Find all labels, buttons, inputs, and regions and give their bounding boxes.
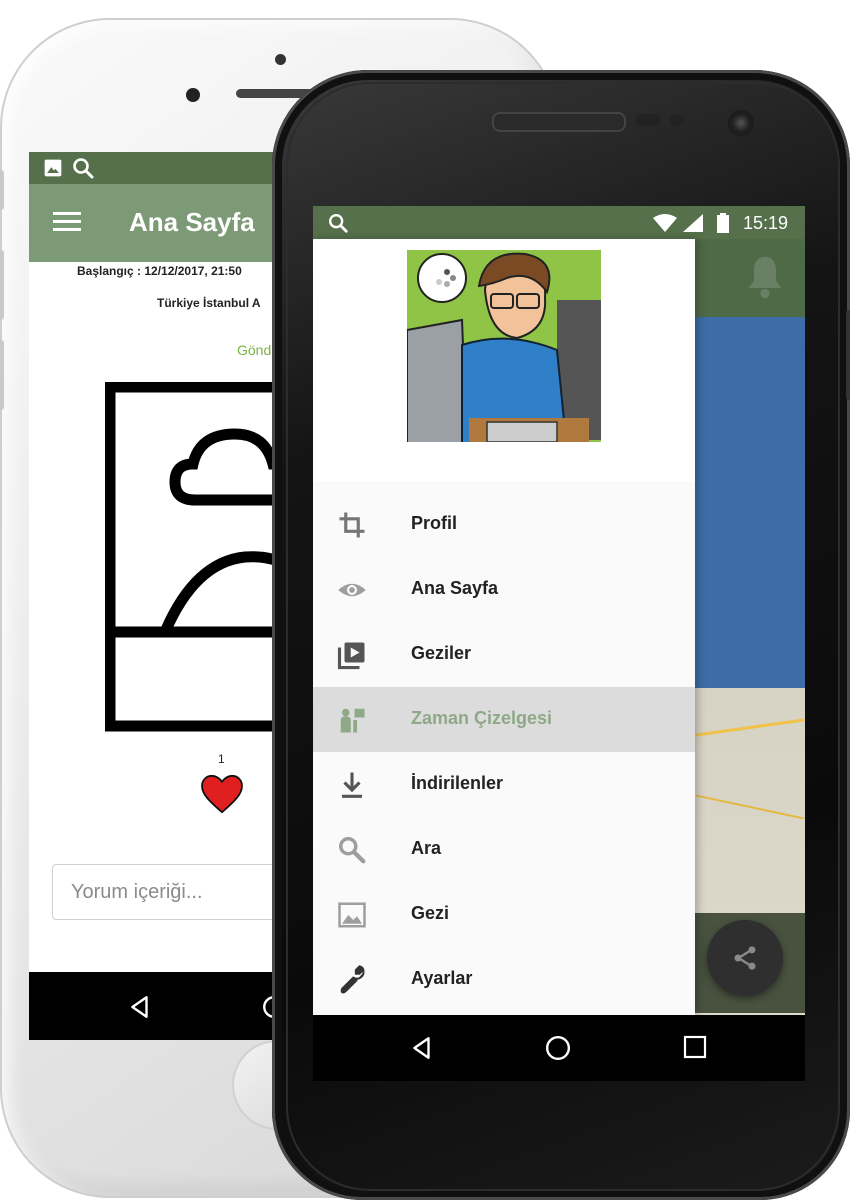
drawer-item-label: Geziler <box>411 643 472 663</box>
like-count: 1 <box>218 752 225 766</box>
image-placeholder-icon <box>105 382 289 732</box>
search-icon <box>73 158 94 179</box>
video-library-icon <box>337 642 365 670</box>
volume-up-button <box>0 250 4 320</box>
menu-icon[interactable] <box>53 212 81 232</box>
back-phone-screen: Ana Sayfa Başlangıç : 12/12/2017, 21:50 … <box>29 152 289 1040</box>
send-status: Gönd <box>237 342 272 358</box>
background-toolbar <box>695 239 805 317</box>
drawer-item-ara[interactable]: Ara <box>313 817 695 882</box>
volume-down-button <box>0 340 4 410</box>
mute-switch <box>0 170 4 210</box>
navigation-bar <box>29 972 289 1040</box>
page-title: Ana Sayfa <box>129 207 255 237</box>
back-icon[interactable] <box>127 994 153 1020</box>
comment-placeholder: Yorum içeriği... <box>71 881 203 903</box>
drawer-item-label: Ara <box>411 838 442 858</box>
toolbar: Ana Sayfa <box>29 184 289 262</box>
profile-avatar[interactable] <box>407 250 601 456</box>
drawer-item-label: Profil <box>411 513 458 533</box>
drawer-item-ayarlar[interactable]: Ayarlar <box>313 947 695 1012</box>
drawer-item-label: Ayarlar <box>411 968 473 988</box>
signal-icon <box>683 214 703 232</box>
drawer-item-indirilenler[interactable]: İndirilenler <box>313 752 695 817</box>
notification-bell-icon[interactable] <box>743 253 787 301</box>
share-icon <box>734 946 756 970</box>
status-bar <box>29 152 289 184</box>
drawer-item-ana-sayfa[interactable]: Ana Sayfa <box>313 557 695 622</box>
crop-icon <box>339 512 365 538</box>
power-button <box>846 310 850 400</box>
share-button[interactable] <box>707 920 783 996</box>
drawer-item-label: Zaman Çizelgesi <box>411 708 553 728</box>
drawer-item-zaman-cizelgesi[interactable]: Zaman Çizelgesi <box>313 687 695 752</box>
image-icon <box>338 902 366 928</box>
location-text: Türkiye İstanbul A <box>157 296 261 310</box>
wifi-icon <box>653 214 677 232</box>
download-icon <box>342 772 362 798</box>
timeline-icon <box>340 708 365 733</box>
avatar-illustration-icon <box>407 250 601 456</box>
status-time: 15:19 <box>743 213 789 233</box>
drawer-item-label: Ana Sayfa <box>411 578 499 598</box>
earpiece-speaker <box>492 112 626 132</box>
status-bar: 15:19 <box>313 206 805 239</box>
light-sensor <box>636 114 660 126</box>
front-camera <box>728 110 754 136</box>
start-date: Başlangıç : 12/12/2017, 21:50 <box>77 264 242 278</box>
proximity-sensor <box>275 54 286 65</box>
search-icon <box>329 214 348 233</box>
back-icon[interactable] <box>409 1035 435 1061</box>
drawer-item-label: İndirilenler <box>411 773 504 793</box>
recents-icon[interactable] <box>683 1035 707 1059</box>
wrench-icon <box>340 965 365 994</box>
comment-input[interactable]: Yorum içeriği... <box>52 864 289 920</box>
drawer-header <box>313 239 695 481</box>
navigation-drawer: Profil Ana Sayfa Geziler Zaman Çizelgesi… <box>313 239 695 1015</box>
front-camera <box>186 88 200 102</box>
navigation-bar <box>313 1015 805 1081</box>
drawer-item-profil[interactable]: Profil <box>313 492 695 557</box>
proximity-sensor <box>670 114 684 126</box>
image-icon <box>44 159 62 177</box>
front-phone-screen: 15:19 Profil Ana Sayfa Geziler Zaman Çiz… <box>313 206 805 1081</box>
search-icon <box>339 837 366 864</box>
drawer-item-gezi[interactable]: Gezi <box>313 882 695 947</box>
drawer-item-label: Gezi <box>411 903 450 923</box>
heart-icon[interactable] <box>200 774 244 814</box>
map-view[interactable] <box>695 317 805 1017</box>
eye-icon <box>338 583 366 597</box>
drawer-item-geziler[interactable]: Geziler <box>313 622 695 687</box>
battery-icon <box>717 213 729 233</box>
home-circle-icon[interactable] <box>545 1035 571 1061</box>
